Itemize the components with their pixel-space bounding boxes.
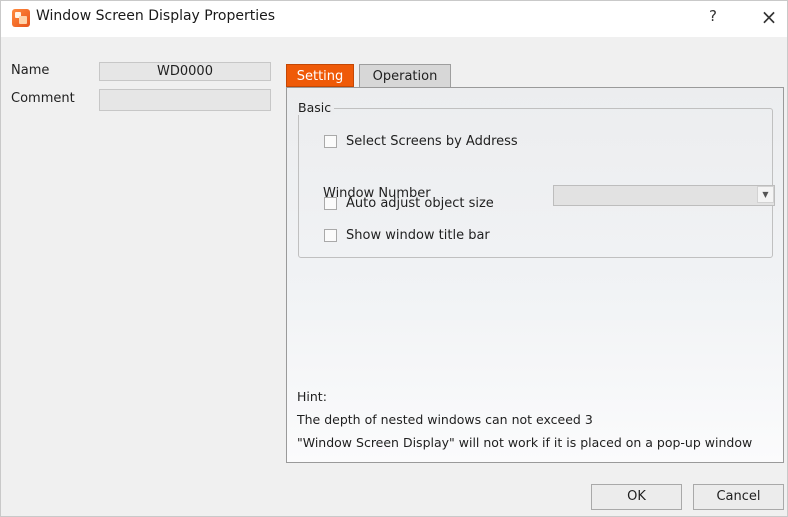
show-title-bar-checkbox[interactable] bbox=[324, 229, 337, 242]
hint-line-1: The depth of nested windows can not exce… bbox=[297, 412, 593, 427]
close-button[interactable]: × bbox=[757, 5, 781, 29]
comment-label: Comment bbox=[11, 91, 75, 106]
setting-panel: Select Screens by Address Window Number … bbox=[286, 87, 784, 463]
hint-line-2: "Window Screen Display" will not work if… bbox=[297, 435, 753, 450]
basic-groupbox: Select Screens by Address Window Number … bbox=[298, 108, 775, 258]
auto-adjust-checkbox[interactable] bbox=[324, 197, 337, 210]
chevron-down-icon[interactable]: ▼ bbox=[757, 186, 774, 203]
title-bar: Window Screen Display Properties ? × bbox=[1, 1, 787, 37]
auto-adjust-label: Auto adjust object size bbox=[346, 196, 494, 211]
name-label: Name bbox=[11, 63, 50, 78]
ok-button[interactable]: OK bbox=[591, 484, 682, 510]
hint-title: Hint: bbox=[297, 389, 327, 404]
select-by-address-label: Select Screens by Address bbox=[346, 134, 518, 149]
help-button[interactable]: ? bbox=[703, 7, 723, 29]
basic-group-title: Basic bbox=[295, 100, 335, 115]
comment-field[interactable] bbox=[99, 89, 271, 111]
name-field[interactable]: WD0000 bbox=[99, 62, 271, 81]
properties-dialog: Window Screen Display Properties ? × Nam… bbox=[0, 0, 788, 517]
cancel-button[interactable]: Cancel bbox=[693, 484, 784, 510]
window-display-icon bbox=[12, 9, 30, 27]
select-by-address-checkbox[interactable] bbox=[324, 135, 337, 148]
show-title-bar-label: Show window title bar bbox=[346, 228, 490, 243]
window-number-select-arrow-holder: ▼ bbox=[553, 185, 775, 206]
dialog-title: Window Screen Display Properties bbox=[36, 8, 276, 24]
tab-operation[interactable]: Operation bbox=[359, 64, 451, 87]
tab-setting[interactable]: Setting bbox=[286, 64, 354, 87]
